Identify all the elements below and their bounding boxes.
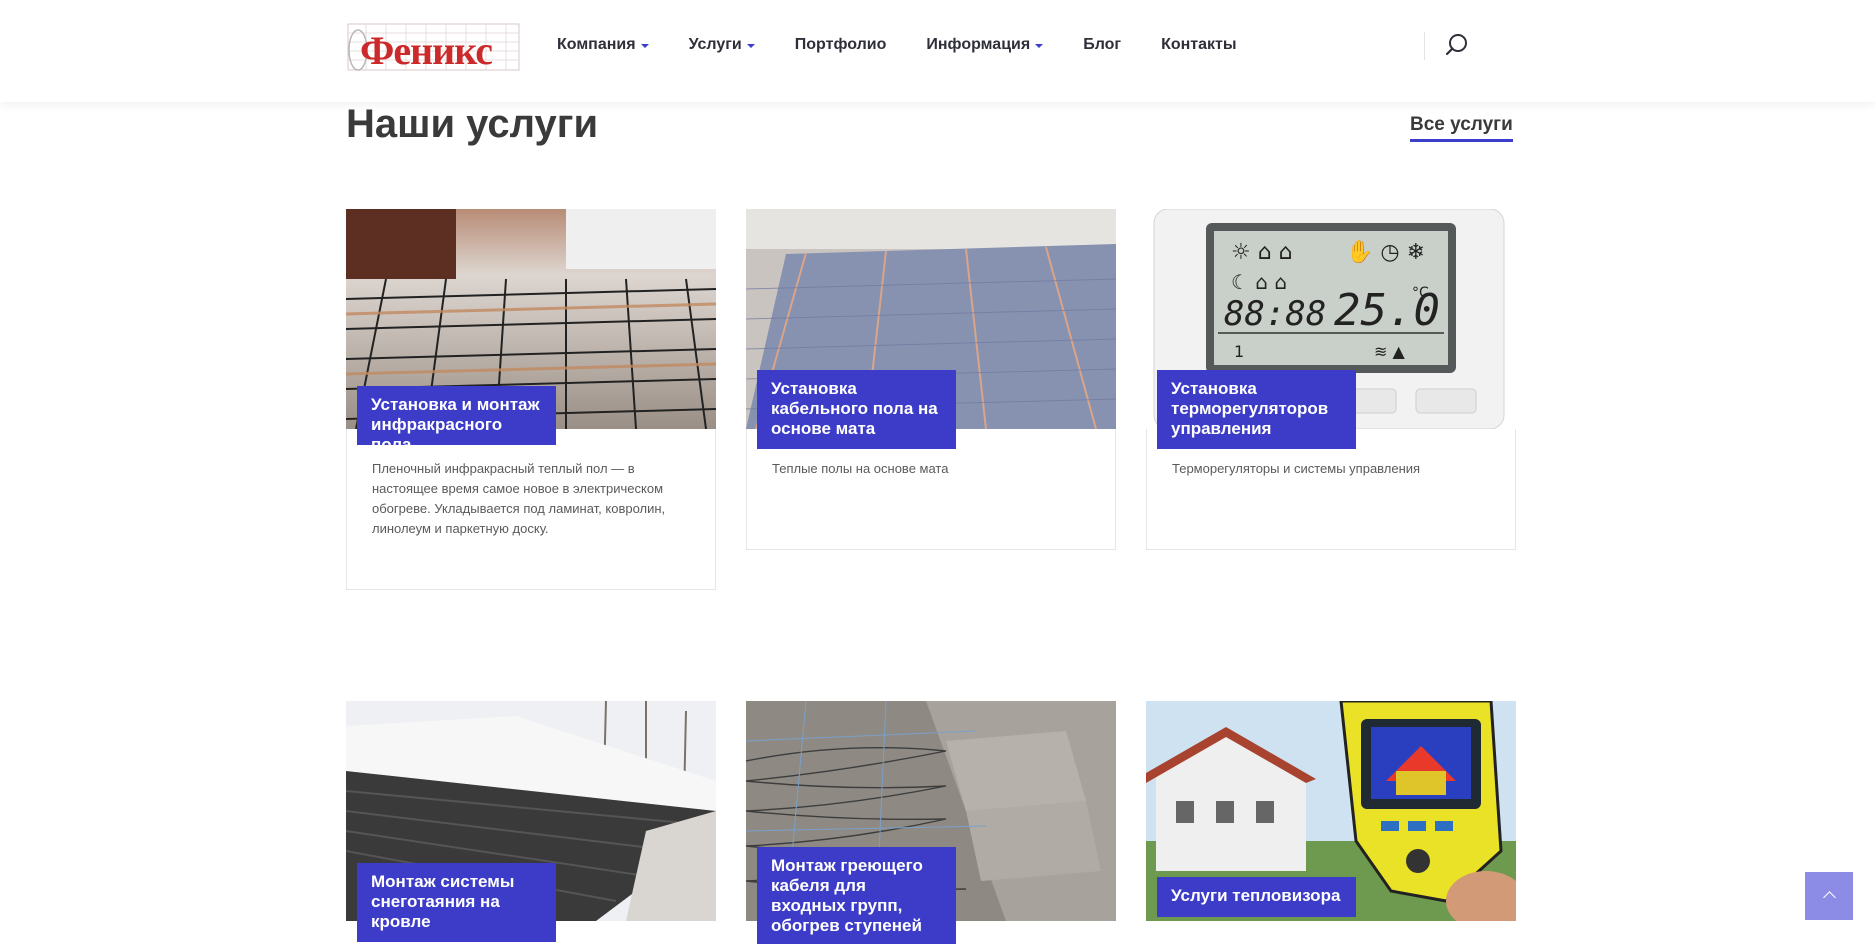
svg-text:☾ ⌂ ⌂: ☾ ⌂ ⌂ bbox=[1231, 270, 1287, 294]
section-title: Наши услуги bbox=[346, 102, 599, 146]
nav-item-contacts[interactable]: Контакты bbox=[1161, 36, 1236, 54]
chevron-down-icon bbox=[1035, 44, 1044, 48]
search-icon[interactable] bbox=[1444, 32, 1470, 58]
all-services-link[interactable]: Все услуги bbox=[1410, 114, 1513, 142]
service-card[interactable]: Пленочный инфракрасный теплый пол — в на… bbox=[346, 209, 716, 590]
nav-item-label: Информация bbox=[926, 36, 1031, 53]
card-title[interactable]: Монтаж греющего кабеля для входных групп… bbox=[757, 847, 956, 944]
svg-text:✋ ◷ ❄: ✋ ◷ ❄ bbox=[1346, 239, 1425, 265]
service-card[interactable]: Монтаж системы снеготаяния на кровле bbox=[346, 701, 716, 945]
card-title[interactable]: Монтаж системы снеготаяния на кровле bbox=[357, 863, 556, 942]
main-nav: Компания Услуги Портфолио Информация Бло… bbox=[557, 36, 1277, 54]
scroll-to-top-button[interactable] bbox=[1805, 872, 1853, 920]
nav-item-label: Контакты bbox=[1161, 36, 1237, 53]
nav-item-blog[interactable]: Блог bbox=[1083, 36, 1121, 54]
card-title[interactable]: Услуги тепловизора bbox=[1157, 877, 1356, 917]
svg-text:☼ ⌂ ⌂: ☼ ⌂ ⌂ bbox=[1231, 240, 1293, 265]
nav-item-company[interactable]: Компания bbox=[557, 36, 649, 54]
service-card[interactable]: ☼ ⌂ ⌂ ☾ ⌂ ⌂ ✋ ◷ ❄ 88:88 25.0 °C 1 ≋ ▲ Те… bbox=[1146, 209, 1516, 550]
nav-item-label: Услуги bbox=[688, 36, 742, 53]
svg-text:≋ ▲: ≋ ▲ bbox=[1374, 342, 1405, 361]
site-header: Феникс Компания Услуги Портфолио Информа… bbox=[0, 0, 1875, 102]
nav-item-label: Компания bbox=[557, 36, 636, 53]
card-title[interactable]: Установка терморегуляторов управления bbox=[1157, 370, 1356, 449]
nav-item-information[interactable]: Информация bbox=[926, 36, 1044, 54]
card-title[interactable]: Установка кабельного пола на основе мата bbox=[757, 370, 956, 449]
nav-item-portfolio[interactable]: Портфолио bbox=[795, 36, 887, 54]
chevron-down-icon bbox=[746, 44, 755, 48]
nav-item-label: Портфолио bbox=[794, 36, 887, 53]
header-divider bbox=[1424, 32, 1425, 60]
nav-item-label: Блог bbox=[1083, 36, 1122, 53]
nav-item-services[interactable]: Услуги bbox=[689, 36, 755, 54]
service-card[interactable]: Услуги тепловизора bbox=[1146, 701, 1516, 945]
service-card[interactable]: Теплые полы на основе мата Установка каб… bbox=[746, 209, 1116, 550]
svg-text:Феникс: Феникс bbox=[360, 28, 492, 73]
thermostat-unit: °C bbox=[1412, 285, 1429, 301]
card-title[interactable]: Установка и монтаж инфракрасного пола bbox=[357, 386, 556, 454]
thermostat-program: 1 bbox=[1234, 342, 1244, 361]
thermostat-time: 88:88 bbox=[1224, 294, 1326, 334]
service-card[interactable]: Монтаж греющего кабеля для входных групп… bbox=[746, 701, 1116, 945]
chevron-down-icon bbox=[640, 44, 649, 48]
logo[interactable]: Феникс bbox=[346, 20, 521, 74]
